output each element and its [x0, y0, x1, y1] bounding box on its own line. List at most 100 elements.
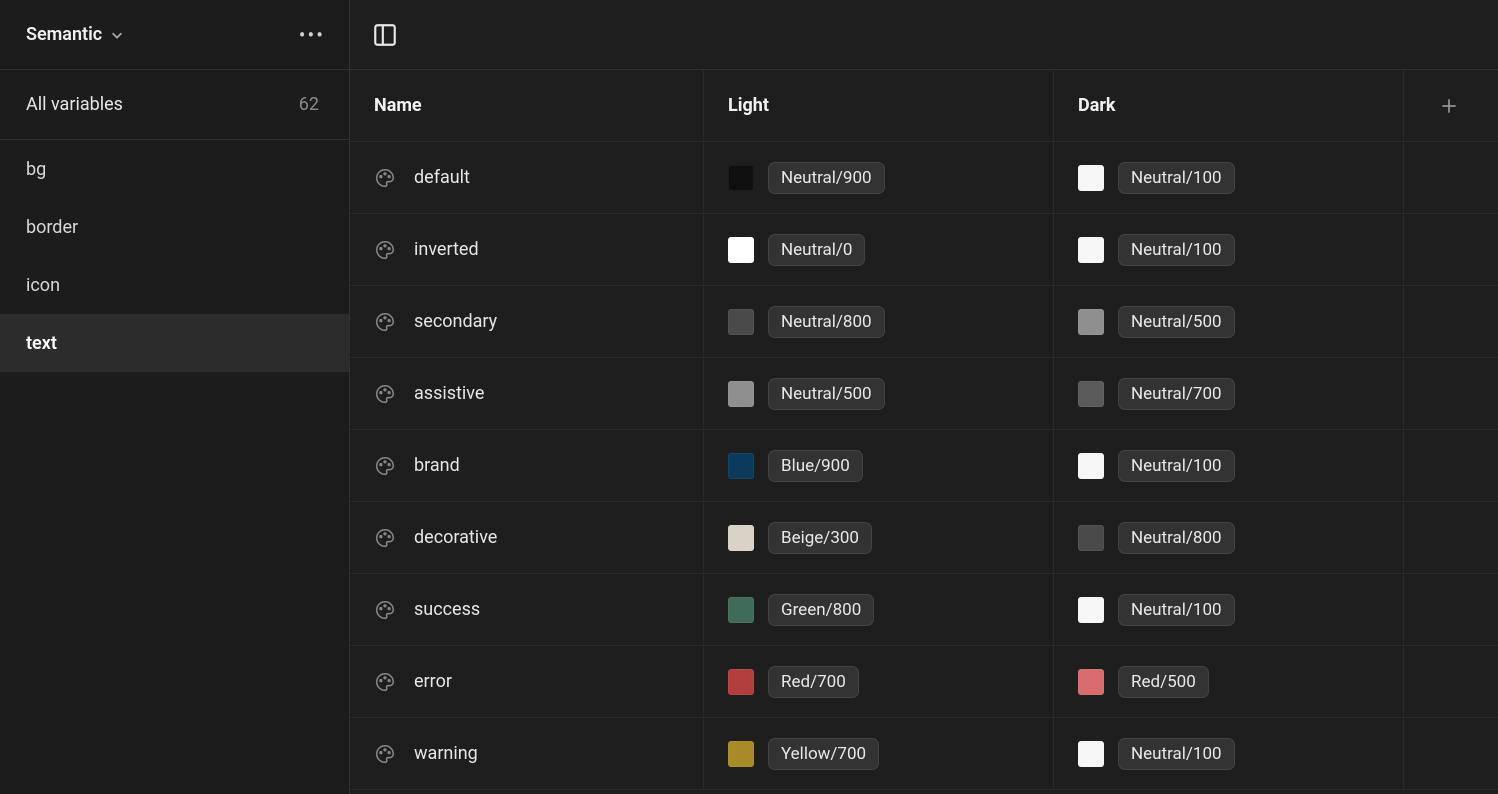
row-trailing-cell	[1404, 430, 1494, 501]
sidebar-group-label: icon	[26, 275, 60, 296]
variable-name-cell[interactable]: default	[350, 142, 704, 213]
variable-name-cell[interactable]: assistive	[350, 358, 704, 429]
color-alias-chip: Neutral/800	[1118, 522, 1235, 554]
all-variables-count: 62	[299, 94, 319, 115]
color-swatch	[728, 669, 754, 695]
color-alias-chip: Neutral/100	[1118, 162, 1235, 194]
collection-label: Semantic	[26, 24, 102, 45]
variable-dark-cell[interactable]: Neutral/100	[1054, 574, 1404, 645]
sidebar-group-item[interactable]: text	[0, 314, 349, 372]
variable-name-cell[interactable]: inverted	[350, 214, 704, 285]
palette-icon	[374, 239, 396, 261]
variable-dark-cell[interactable]: Neutral/100	[1054, 430, 1404, 501]
variable-name: inverted	[414, 239, 479, 260]
color-alias-chip: Neutral/800	[768, 306, 885, 338]
color-swatch	[1078, 597, 1104, 623]
variable-light-cell[interactable]: Red/700	[704, 646, 1054, 717]
row-trailing-cell	[1404, 358, 1494, 429]
variable-light-cell[interactable]: Neutral/900	[704, 142, 1054, 213]
variable-light-cell[interactable]: Beige/300	[704, 502, 1054, 573]
table-row: inverted Neutral/0 Neutral/100	[350, 214, 1498, 286]
sidebar: Semantic ••• All variables 62 bgborder ic…	[0, 0, 350, 794]
variable-dark-cell[interactable]: Neutral/100	[1054, 718, 1404, 789]
variable-dark-cell[interactable]: Neutral/500	[1054, 286, 1404, 357]
variable-name: default	[414, 167, 470, 188]
color-swatch	[728, 309, 754, 335]
variable-name-cell[interactable]: decorative	[350, 502, 704, 573]
variable-dark-cell[interactable]: Neutral/800	[1054, 502, 1404, 573]
chevron-down-icon	[110, 28, 124, 42]
color-alias-chip: Neutral/100	[1118, 234, 1235, 266]
table-header-row: Name Light Dark	[350, 70, 1498, 142]
palette-icon	[374, 527, 396, 549]
table-row: default Neutral/900 Neutral/100	[350, 142, 1498, 214]
palette-icon	[374, 599, 396, 621]
variable-name: decorative	[414, 527, 497, 548]
variable-dark-cell[interactable]: Neutral/100	[1054, 214, 1404, 285]
table-row: decorative Beige/300 Neutral/800	[350, 502, 1498, 574]
variable-light-cell[interactable]: Neutral/0	[704, 214, 1054, 285]
row-trailing-cell	[1404, 574, 1494, 645]
variable-name-cell[interactable]: secondary	[350, 286, 704, 357]
variable-name: warning	[414, 743, 478, 764]
variable-dark-cell[interactable]: Neutral/700	[1054, 358, 1404, 429]
palette-icon	[374, 743, 396, 765]
variable-name: brand	[414, 455, 460, 476]
color-alias-chip: Beige/300	[768, 522, 872, 554]
variable-light-cell[interactable]: Yellow/700	[704, 718, 1054, 789]
color-swatch	[728, 453, 754, 479]
color-swatch	[728, 741, 754, 767]
color-swatch	[1078, 165, 1104, 191]
sidebar-group-item[interactable]: bg	[0, 140, 349, 198]
color-swatch	[1078, 669, 1104, 695]
color-swatch	[728, 525, 754, 551]
variable-name-cell[interactable]: warning	[350, 718, 704, 789]
table-row: brand Blue/900 Neutral/100	[350, 430, 1498, 502]
variable-light-cell[interactable]: Green/800	[704, 574, 1054, 645]
variable-name: success	[414, 599, 480, 620]
color-alias-chip: Red/500	[1118, 666, 1209, 698]
variable-light-cell[interactable]: Neutral/800	[704, 286, 1054, 357]
variable-name: secondary	[414, 311, 497, 332]
color-swatch	[1078, 381, 1104, 407]
color-alias-chip: Blue/900	[768, 450, 863, 482]
color-swatch	[728, 597, 754, 623]
collection-dropdown[interactable]: Semantic	[26, 24, 124, 45]
row-trailing-cell	[1404, 142, 1494, 213]
variable-name-cell[interactable]: success	[350, 574, 704, 645]
color-alias-chip: Neutral/100	[1118, 738, 1235, 770]
color-alias-chip: Neutral/900	[768, 162, 885, 194]
variables-table: Name Light Dark default Neutral/900 Neut…	[350, 70, 1498, 794]
table-row: success Green/800 Neutral/100	[350, 574, 1498, 646]
variable-name-cell[interactable]: brand	[350, 430, 704, 501]
group-list: bgborder icon text	[0, 140, 349, 372]
table-row: error Red/700 Red/500	[350, 646, 1498, 718]
sidebar-group-label: text	[26, 333, 57, 354]
row-trailing-cell	[1404, 718, 1494, 789]
sidebar-group-item[interactable]: icon	[0, 256, 349, 314]
variable-light-cell[interactable]: Blue/900	[704, 430, 1054, 501]
color-swatch	[1078, 525, 1104, 551]
sidebar-header: Semantic •••	[0, 0, 349, 70]
palette-icon	[374, 671, 396, 693]
variable-dark-cell[interactable]: Neutral/100	[1054, 142, 1404, 213]
all-variables-label: All variables	[26, 94, 123, 115]
column-header-light[interactable]: Light	[704, 70, 1054, 141]
all-variables-item[interactable]: All variables 62	[0, 70, 349, 140]
palette-icon	[374, 167, 396, 189]
color-swatch	[1078, 237, 1104, 263]
column-header-name: Name	[350, 70, 704, 141]
layout-columns-icon[interactable]	[372, 22, 398, 48]
variable-light-cell[interactable]: Neutral/500	[704, 358, 1054, 429]
column-header-dark[interactable]: Dark	[1054, 70, 1404, 141]
variable-name: error	[414, 671, 452, 692]
palette-icon	[374, 311, 396, 333]
variable-dark-cell[interactable]: Red/500	[1054, 646, 1404, 717]
add-mode-button[interactable]	[1404, 70, 1494, 141]
more-options-button[interactable]: •••	[299, 25, 325, 45]
plus-icon	[1439, 96, 1459, 116]
sidebar-group-item[interactable]: border	[0, 198, 349, 256]
variable-name-cell[interactable]: error	[350, 646, 704, 717]
color-alias-chip: Neutral/0	[768, 234, 865, 266]
palette-icon	[374, 455, 396, 477]
